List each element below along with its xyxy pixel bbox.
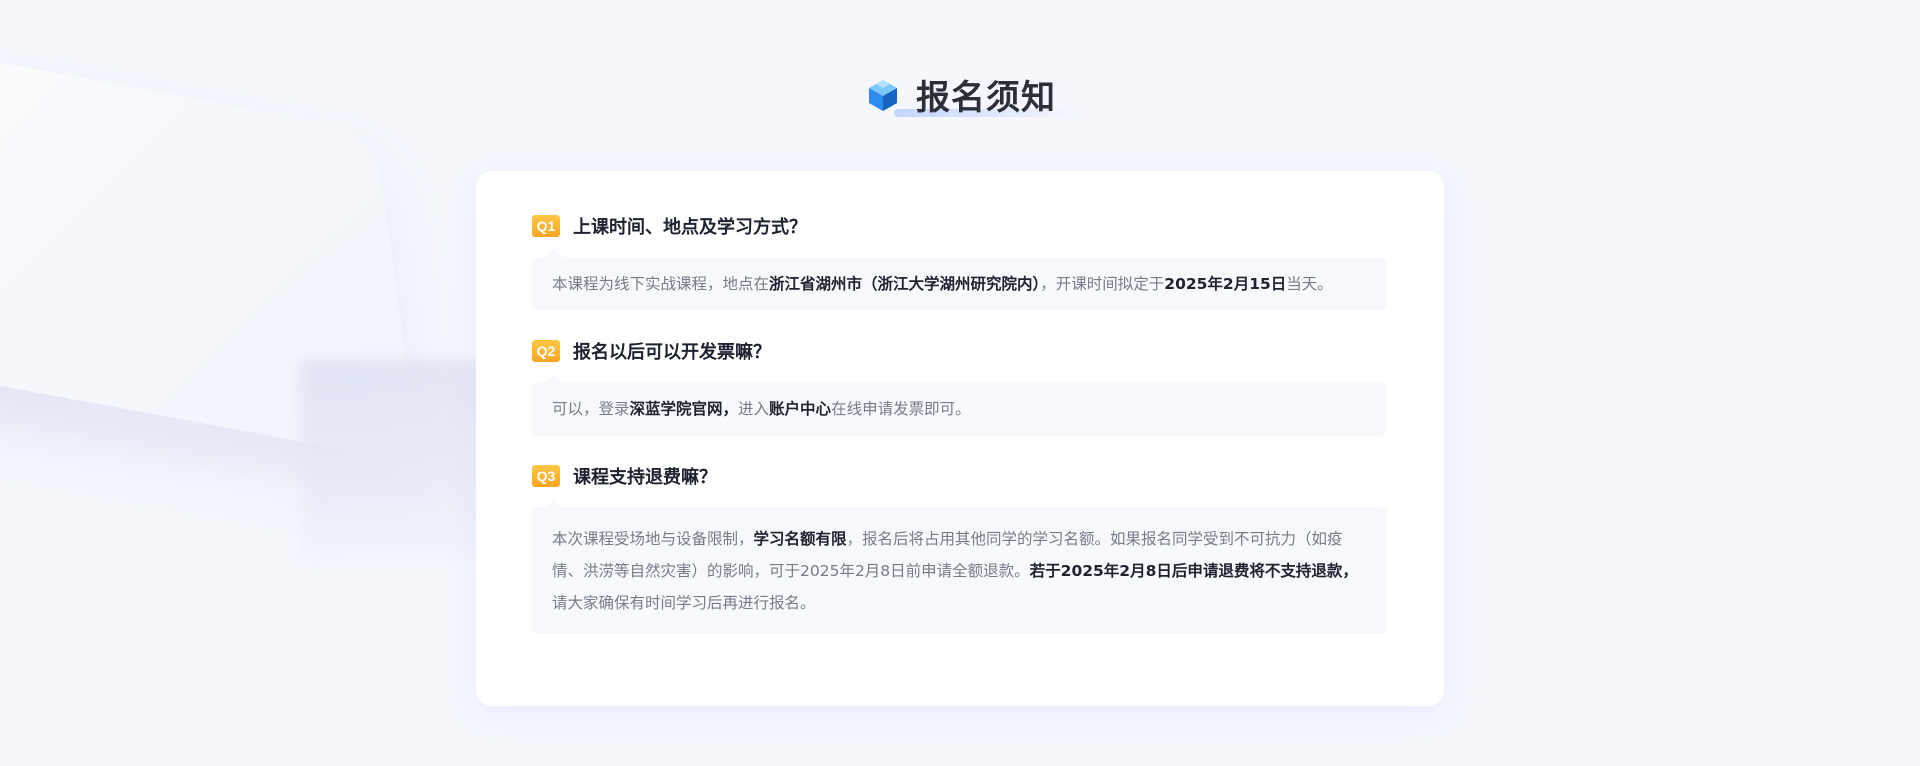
page-header: 报名须知 [0, 70, 1920, 119]
answer-highlight: 深蓝学院官网， [629, 400, 739, 418]
page-title: 报名须知 [916, 78, 1056, 118]
faq-item-q2: Q2 报名以后可以开发票嘛？ 可以，登录深蓝学院官网，进入账户中心在线申请发票即… [532, 339, 1389, 436]
question-badge: Q3 [532, 465, 560, 487]
question-text: 报名以后可以开发票嘛？ [573, 342, 771, 363]
cube-icon [869, 79, 897, 111]
answer-text: 在线申请发票即可。 [831, 400, 971, 418]
question-badge: Q2 [532, 340, 560, 362]
answer-box: 本次课程受场地与设备限制，学习名额有限，报名后将占用其他同学的学习名额。如果报名… [532, 499, 1387, 635]
question-row: Q2 报名以后可以开发票嘛？ [532, 339, 1389, 363]
answer-text: 本次课程受场地与设备限制， [552, 530, 754, 548]
faq-item-q1: Q1 上课时间、地点及学习方式？ 本课程为线下实战课程，地点在浙江省湖州市（浙江… [532, 214, 1389, 311]
faq-card: Q1 上课时间、地点及学习方式？ 本课程为线下实战课程，地点在浙江省湖州市（浙江… [476, 171, 1444, 706]
answer-highlight: 浙江省湖州市（浙江大学湖州研究院内） [769, 275, 1041, 293]
answer-text: 可以，登录 [552, 400, 630, 418]
answer-text: ，开课时间拟定于 [1040, 275, 1165, 293]
answer-text: 当天。 [1286, 275, 1333, 293]
answer-box: 可以，登录深蓝学院官网，进入账户中心在线申请发票即可。 [532, 374, 1387, 436]
answer-text: 请大家确保有时间学习后再进行报名。 [552, 594, 816, 612]
answer-highlight: 学习名额有限 [753, 530, 847, 548]
answer-highlight: 账户中心 [769, 400, 832, 418]
answer-highlight: 若于2025年2月8日后申请退费将不支持退款， [1029, 562, 1358, 580]
page-title-group: 报名须知 [864, 70, 1076, 119]
answer-highlight: 2025年2月15日 [1164, 275, 1287, 293]
faq-item-q3: Q3 课程支持退费嘛？ 本次课程受场地与设备限制，学习名额有限，报名后将占用其他… [532, 464, 1389, 635]
question-text: 上课时间、地点及学习方式？ [573, 217, 807, 238]
question-text: 课程支持退费嘛？ [573, 467, 717, 488]
answer-text: 本课程为线下实战课程，地点在 [552, 275, 770, 293]
question-row: Q1 上课时间、地点及学习方式？ [532, 214, 1389, 238]
answer-text: 进入 [738, 400, 770, 418]
question-badge: Q1 [532, 215, 560, 237]
question-row: Q3 课程支持退费嘛？ [532, 464, 1389, 488]
answer-box: 本课程为线下实战课程，地点在浙江省湖州市（浙江大学湖州研究院内），开课时间拟定于… [532, 249, 1387, 311]
